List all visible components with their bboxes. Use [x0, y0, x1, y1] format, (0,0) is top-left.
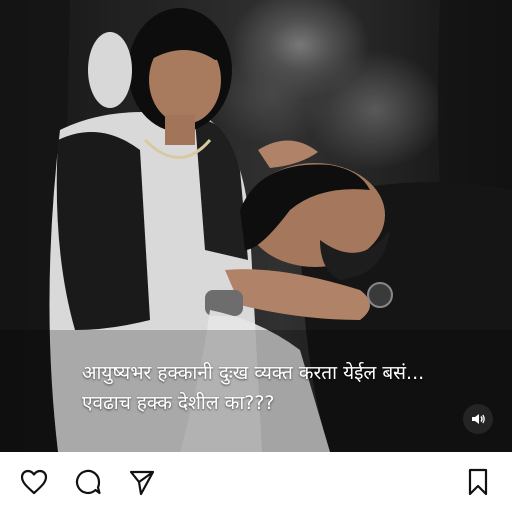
- post-caption: आयुष्यभर हक्कानी दुःख व्यक्त करता येईल ब…: [82, 358, 482, 418]
- caption-line-2: एवढाच हक्क देशील का???: [82, 392, 275, 414]
- paper-plane-icon: [129, 470, 155, 496]
- caption-line-1: आयुष्यभर हक्कानी दुःख व्यक्त करता येईल ब…: [82, 362, 425, 384]
- save-button[interactable]: [462, 466, 494, 498]
- share-button[interactable]: [126, 466, 158, 498]
- bookmark-icon: [468, 468, 488, 496]
- audio-toggle-button[interactable]: [463, 404, 493, 434]
- like-button[interactable]: [18, 466, 50, 498]
- comment-button[interactable]: [72, 466, 104, 498]
- heart-icon: [20, 469, 48, 495]
- post-action-bar: [0, 452, 512, 512]
- likes-count-peek: [18, 506, 78, 512]
- speaker-icon: [472, 414, 485, 424]
- comment-icon: [75, 469, 101, 495]
- post-media[interactable]: आयुष्यभर हक्कानी दुःख व्यक्त करता येईल ब…: [0, 0, 512, 452]
